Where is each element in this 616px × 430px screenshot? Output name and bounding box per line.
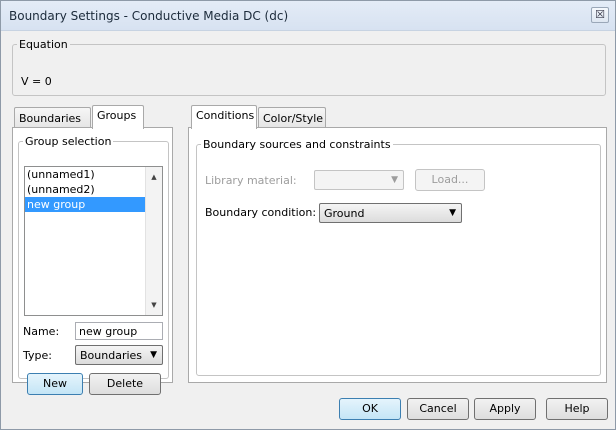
apply-button[interactable]: Apply bbox=[474, 398, 536, 420]
group-listbox[interactable]: (unnamed1) (unnamed2) new group ▲ ▼ bbox=[24, 166, 163, 316]
window-title: Boundary Settings - Conductive Media DC … bbox=[9, 9, 289, 23]
groups-panel: Group selection (unnamed1) (unnamed2) ne… bbox=[12, 127, 173, 395]
type-dropdown[interactable]: Boundaries ▼ bbox=[75, 345, 163, 365]
equation-group: Equation V = 0 bbox=[12, 38, 606, 96]
group-selection-group: Group selection (unnamed1) (unnamed2) ne… bbox=[18, 135, 169, 395]
chevron-down-icon: ▼ bbox=[150, 350, 157, 360]
conditions-panel: Boundary sources and constraints Library… bbox=[188, 127, 607, 383]
tab-boundaries-label: Boundaries bbox=[19, 112, 82, 125]
title-bar: Boundary Settings - Conductive Media DC … bbox=[1, 1, 615, 31]
type-value: Boundaries bbox=[80, 349, 143, 362]
name-field[interactable]: new group bbox=[75, 322, 163, 340]
help-button[interactable]: Help bbox=[546, 398, 608, 420]
library-material-dropdown[interactable]: ▼ bbox=[314, 170, 404, 190]
equation-text: V = 0 bbox=[21, 75, 52, 88]
tab-groups[interactable]: Groups bbox=[92, 105, 144, 129]
group-selection-legend: Group selection bbox=[25, 135, 112, 148]
tab-color-style-label: Color/Style bbox=[263, 112, 324, 125]
load-button[interactable]: Load... bbox=[415, 169, 485, 191]
list-item-selected[interactable]: new group bbox=[25, 197, 162, 212]
name-label: Name: bbox=[23, 325, 60, 338]
chevron-down-icon: ▼ bbox=[449, 208, 456, 218]
list-item[interactable]: (unnamed1) bbox=[25, 167, 162, 182]
chevron-down-icon: ▼ bbox=[391, 175, 398, 185]
close-icon: ☒ bbox=[595, 8, 605, 21]
dialog-window: Boundary Settings - Conductive Media DC … bbox=[0, 0, 616, 430]
tab-groups-label: Groups bbox=[97, 109, 137, 122]
boundary-condition-dropdown[interactable]: Ground ▼ bbox=[319, 203, 462, 223]
type-label: Type: bbox=[23, 349, 52, 362]
scroll-down-icon[interactable]: ▼ bbox=[146, 297, 162, 313]
tab-conditions-label: Conditions bbox=[196, 109, 255, 122]
cancel-button[interactable]: Cancel bbox=[407, 398, 469, 420]
vertical-scrollbar[interactable]: ▲ ▼ bbox=[145, 167, 162, 315]
list-item[interactable]: (unnamed2) bbox=[25, 182, 162, 197]
boundary-condition-label: Boundary condition: bbox=[205, 206, 317, 219]
equation-legend: Equation bbox=[19, 38, 68, 51]
close-button[interactable]: ☒ bbox=[591, 7, 609, 23]
scroll-up-icon[interactable]: ▲ bbox=[146, 169, 162, 185]
tab-conditions[interactable]: Conditions bbox=[191, 105, 257, 129]
delete-button[interactable]: Delete bbox=[89, 373, 161, 395]
ok-button[interactable]: OK bbox=[339, 398, 401, 420]
boundary-sources-group: Boundary sources and constraints Library… bbox=[196, 138, 601, 376]
library-material-label: Library material: bbox=[205, 174, 297, 187]
boundary-sources-legend: Boundary sources and constraints bbox=[203, 138, 391, 151]
boundary-condition-value: Ground bbox=[324, 207, 365, 220]
new-button[interactable]: New bbox=[27, 373, 83, 395]
tab-color-style[interactable]: Color/Style bbox=[258, 107, 326, 129]
tab-boundaries[interactable]: Boundaries bbox=[14, 107, 91, 129]
